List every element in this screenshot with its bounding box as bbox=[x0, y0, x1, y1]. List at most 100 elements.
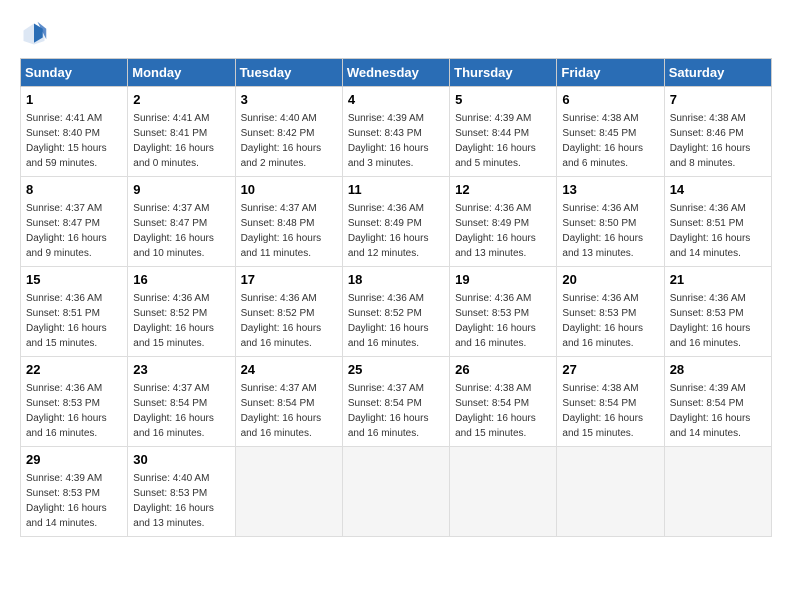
calendar-cell: 22 Sunrise: 4:36 AMSunset: 8:53 PMDaylig… bbox=[21, 357, 128, 447]
day-number: 18 bbox=[348, 271, 444, 289]
weekday-header-thursday: Thursday bbox=[450, 59, 557, 87]
day-number: 20 bbox=[562, 271, 658, 289]
day-number: 8 bbox=[26, 181, 122, 199]
calendar-cell bbox=[557, 447, 664, 537]
day-info: Sunrise: 4:37 AMSunset: 8:47 PMDaylight:… bbox=[26, 203, 107, 259]
calendar-cell: 4 Sunrise: 4:39 AMSunset: 8:43 PMDayligh… bbox=[342, 87, 449, 177]
day-number: 7 bbox=[670, 91, 766, 109]
day-info: Sunrise: 4:39 AMSunset: 8:54 PMDaylight:… bbox=[670, 383, 751, 439]
weekday-header-saturday: Saturday bbox=[664, 59, 771, 87]
calendar-cell: 17 Sunrise: 4:36 AMSunset: 8:52 PMDaylig… bbox=[235, 267, 342, 357]
calendar-cell: 25 Sunrise: 4:37 AMSunset: 8:54 PMDaylig… bbox=[342, 357, 449, 447]
day-info: Sunrise: 4:41 AMSunset: 8:40 PMDaylight:… bbox=[26, 113, 107, 169]
day-number: 13 bbox=[562, 181, 658, 199]
day-number: 21 bbox=[670, 271, 766, 289]
day-number: 15 bbox=[26, 271, 122, 289]
calendar-cell: 28 Sunrise: 4:39 AMSunset: 8:54 PMDaylig… bbox=[664, 357, 771, 447]
day-info: Sunrise: 4:39 AMSunset: 8:44 PMDaylight:… bbox=[455, 113, 536, 169]
day-info: Sunrise: 4:37 AMSunset: 8:47 PMDaylight:… bbox=[133, 203, 214, 259]
day-info: Sunrise: 4:36 AMSunset: 8:52 PMDaylight:… bbox=[241, 293, 322, 349]
day-number: 28 bbox=[670, 361, 766, 379]
day-number: 14 bbox=[670, 181, 766, 199]
calendar-cell: 1 Sunrise: 4:41 AMSunset: 8:40 PMDayligh… bbox=[21, 87, 128, 177]
week-row-3: 15 Sunrise: 4:36 AMSunset: 8:51 PMDaylig… bbox=[21, 267, 772, 357]
day-number: 5 bbox=[455, 91, 551, 109]
day-info: Sunrise: 4:36 AMSunset: 8:49 PMDaylight:… bbox=[455, 203, 536, 259]
calendar-cell bbox=[342, 447, 449, 537]
day-info: Sunrise: 4:36 AMSunset: 8:52 PMDaylight:… bbox=[348, 293, 429, 349]
logo-icon bbox=[20, 20, 48, 48]
weekday-header-tuesday: Tuesday bbox=[235, 59, 342, 87]
calendar-cell: 27 Sunrise: 4:38 AMSunset: 8:54 PMDaylig… bbox=[557, 357, 664, 447]
day-number: 12 bbox=[455, 181, 551, 199]
calendar-cell: 24 Sunrise: 4:37 AMSunset: 8:54 PMDaylig… bbox=[235, 357, 342, 447]
week-row-2: 8 Sunrise: 4:37 AMSunset: 8:47 PMDayligh… bbox=[21, 177, 772, 267]
calendar-cell: 7 Sunrise: 4:38 AMSunset: 8:46 PMDayligh… bbox=[664, 87, 771, 177]
day-info: Sunrise: 4:36 AMSunset: 8:51 PMDaylight:… bbox=[26, 293, 107, 349]
calendar-cell: 12 Sunrise: 4:36 AMSunset: 8:49 PMDaylig… bbox=[450, 177, 557, 267]
day-number: 10 bbox=[241, 181, 337, 199]
day-number: 22 bbox=[26, 361, 122, 379]
calendar-cell: 29 Sunrise: 4:39 AMSunset: 8:53 PMDaylig… bbox=[21, 447, 128, 537]
day-info: Sunrise: 4:41 AMSunset: 8:41 PMDaylight:… bbox=[133, 113, 214, 169]
calendar-cell bbox=[664, 447, 771, 537]
day-info: Sunrise: 4:37 AMSunset: 8:54 PMDaylight:… bbox=[133, 383, 214, 439]
day-info: Sunrise: 4:39 AMSunset: 8:43 PMDaylight:… bbox=[348, 113, 429, 169]
day-info: Sunrise: 4:37 AMSunset: 8:54 PMDaylight:… bbox=[241, 383, 322, 439]
calendar-cell: 18 Sunrise: 4:36 AMSunset: 8:52 PMDaylig… bbox=[342, 267, 449, 357]
calendar-cell: 26 Sunrise: 4:38 AMSunset: 8:54 PMDaylig… bbox=[450, 357, 557, 447]
day-number: 11 bbox=[348, 181, 444, 199]
calendar-cell: 15 Sunrise: 4:36 AMSunset: 8:51 PMDaylig… bbox=[21, 267, 128, 357]
page-header bbox=[20, 20, 772, 48]
calendar-cell: 19 Sunrise: 4:36 AMSunset: 8:53 PMDaylig… bbox=[450, 267, 557, 357]
calendar-cell: 13 Sunrise: 4:36 AMSunset: 8:50 PMDaylig… bbox=[557, 177, 664, 267]
week-row-4: 22 Sunrise: 4:36 AMSunset: 8:53 PMDaylig… bbox=[21, 357, 772, 447]
calendar-cell: 6 Sunrise: 4:38 AMSunset: 8:45 PMDayligh… bbox=[557, 87, 664, 177]
day-info: Sunrise: 4:38 AMSunset: 8:45 PMDaylight:… bbox=[562, 113, 643, 169]
calendar-cell: 2 Sunrise: 4:41 AMSunset: 8:41 PMDayligh… bbox=[128, 87, 235, 177]
day-info: Sunrise: 4:38 AMSunset: 8:46 PMDaylight:… bbox=[670, 113, 751, 169]
calendar-cell: 16 Sunrise: 4:36 AMSunset: 8:52 PMDaylig… bbox=[128, 267, 235, 357]
logo bbox=[20, 20, 52, 48]
day-number: 23 bbox=[133, 361, 229, 379]
day-info: Sunrise: 4:37 AMSunset: 8:54 PMDaylight:… bbox=[348, 383, 429, 439]
day-info: Sunrise: 4:38 AMSunset: 8:54 PMDaylight:… bbox=[562, 383, 643, 439]
day-number: 16 bbox=[133, 271, 229, 289]
day-number: 1 bbox=[26, 91, 122, 109]
weekday-header-monday: Monday bbox=[128, 59, 235, 87]
day-info: Sunrise: 4:36 AMSunset: 8:52 PMDaylight:… bbox=[133, 293, 214, 349]
calendar-cell: 23 Sunrise: 4:37 AMSunset: 8:54 PMDaylig… bbox=[128, 357, 235, 447]
day-info: Sunrise: 4:40 AMSunset: 8:42 PMDaylight:… bbox=[241, 113, 322, 169]
day-number: 30 bbox=[133, 451, 229, 469]
day-info: Sunrise: 4:36 AMSunset: 8:53 PMDaylight:… bbox=[26, 383, 107, 439]
calendar-cell: 30 Sunrise: 4:40 AMSunset: 8:53 PMDaylig… bbox=[128, 447, 235, 537]
calendar-cell: 3 Sunrise: 4:40 AMSunset: 8:42 PMDayligh… bbox=[235, 87, 342, 177]
day-number: 6 bbox=[562, 91, 658, 109]
week-row-5: 29 Sunrise: 4:39 AMSunset: 8:53 PMDaylig… bbox=[21, 447, 772, 537]
day-info: Sunrise: 4:36 AMSunset: 8:53 PMDaylight:… bbox=[670, 293, 751, 349]
calendar-cell: 9 Sunrise: 4:37 AMSunset: 8:47 PMDayligh… bbox=[128, 177, 235, 267]
day-info: Sunrise: 4:36 AMSunset: 8:49 PMDaylight:… bbox=[348, 203, 429, 259]
day-info: Sunrise: 4:39 AMSunset: 8:53 PMDaylight:… bbox=[26, 473, 107, 529]
weekday-header-sunday: Sunday bbox=[21, 59, 128, 87]
day-number: 26 bbox=[455, 361, 551, 379]
day-info: Sunrise: 4:36 AMSunset: 8:53 PMDaylight:… bbox=[562, 293, 643, 349]
day-number: 19 bbox=[455, 271, 551, 289]
calendar-cell bbox=[235, 447, 342, 537]
day-number: 24 bbox=[241, 361, 337, 379]
day-number: 4 bbox=[348, 91, 444, 109]
weekday-header-wednesday: Wednesday bbox=[342, 59, 449, 87]
day-number: 25 bbox=[348, 361, 444, 379]
weekday-header-row: SundayMondayTuesdayWednesdayThursdayFrid… bbox=[21, 59, 772, 87]
day-info: Sunrise: 4:38 AMSunset: 8:54 PMDaylight:… bbox=[455, 383, 536, 439]
calendar-cell: 10 Sunrise: 4:37 AMSunset: 8:48 PMDaylig… bbox=[235, 177, 342, 267]
calendar-cell: 14 Sunrise: 4:36 AMSunset: 8:51 PMDaylig… bbox=[664, 177, 771, 267]
calendar-cell: 20 Sunrise: 4:36 AMSunset: 8:53 PMDaylig… bbox=[557, 267, 664, 357]
calendar-cell: 8 Sunrise: 4:37 AMSunset: 8:47 PMDayligh… bbox=[21, 177, 128, 267]
calendar-cell: 21 Sunrise: 4:36 AMSunset: 8:53 PMDaylig… bbox=[664, 267, 771, 357]
week-row-1: 1 Sunrise: 4:41 AMSunset: 8:40 PMDayligh… bbox=[21, 87, 772, 177]
day-info: Sunrise: 4:36 AMSunset: 8:53 PMDaylight:… bbox=[455, 293, 536, 349]
day-number: 3 bbox=[241, 91, 337, 109]
day-number: 17 bbox=[241, 271, 337, 289]
day-info: Sunrise: 4:36 AMSunset: 8:50 PMDaylight:… bbox=[562, 203, 643, 259]
